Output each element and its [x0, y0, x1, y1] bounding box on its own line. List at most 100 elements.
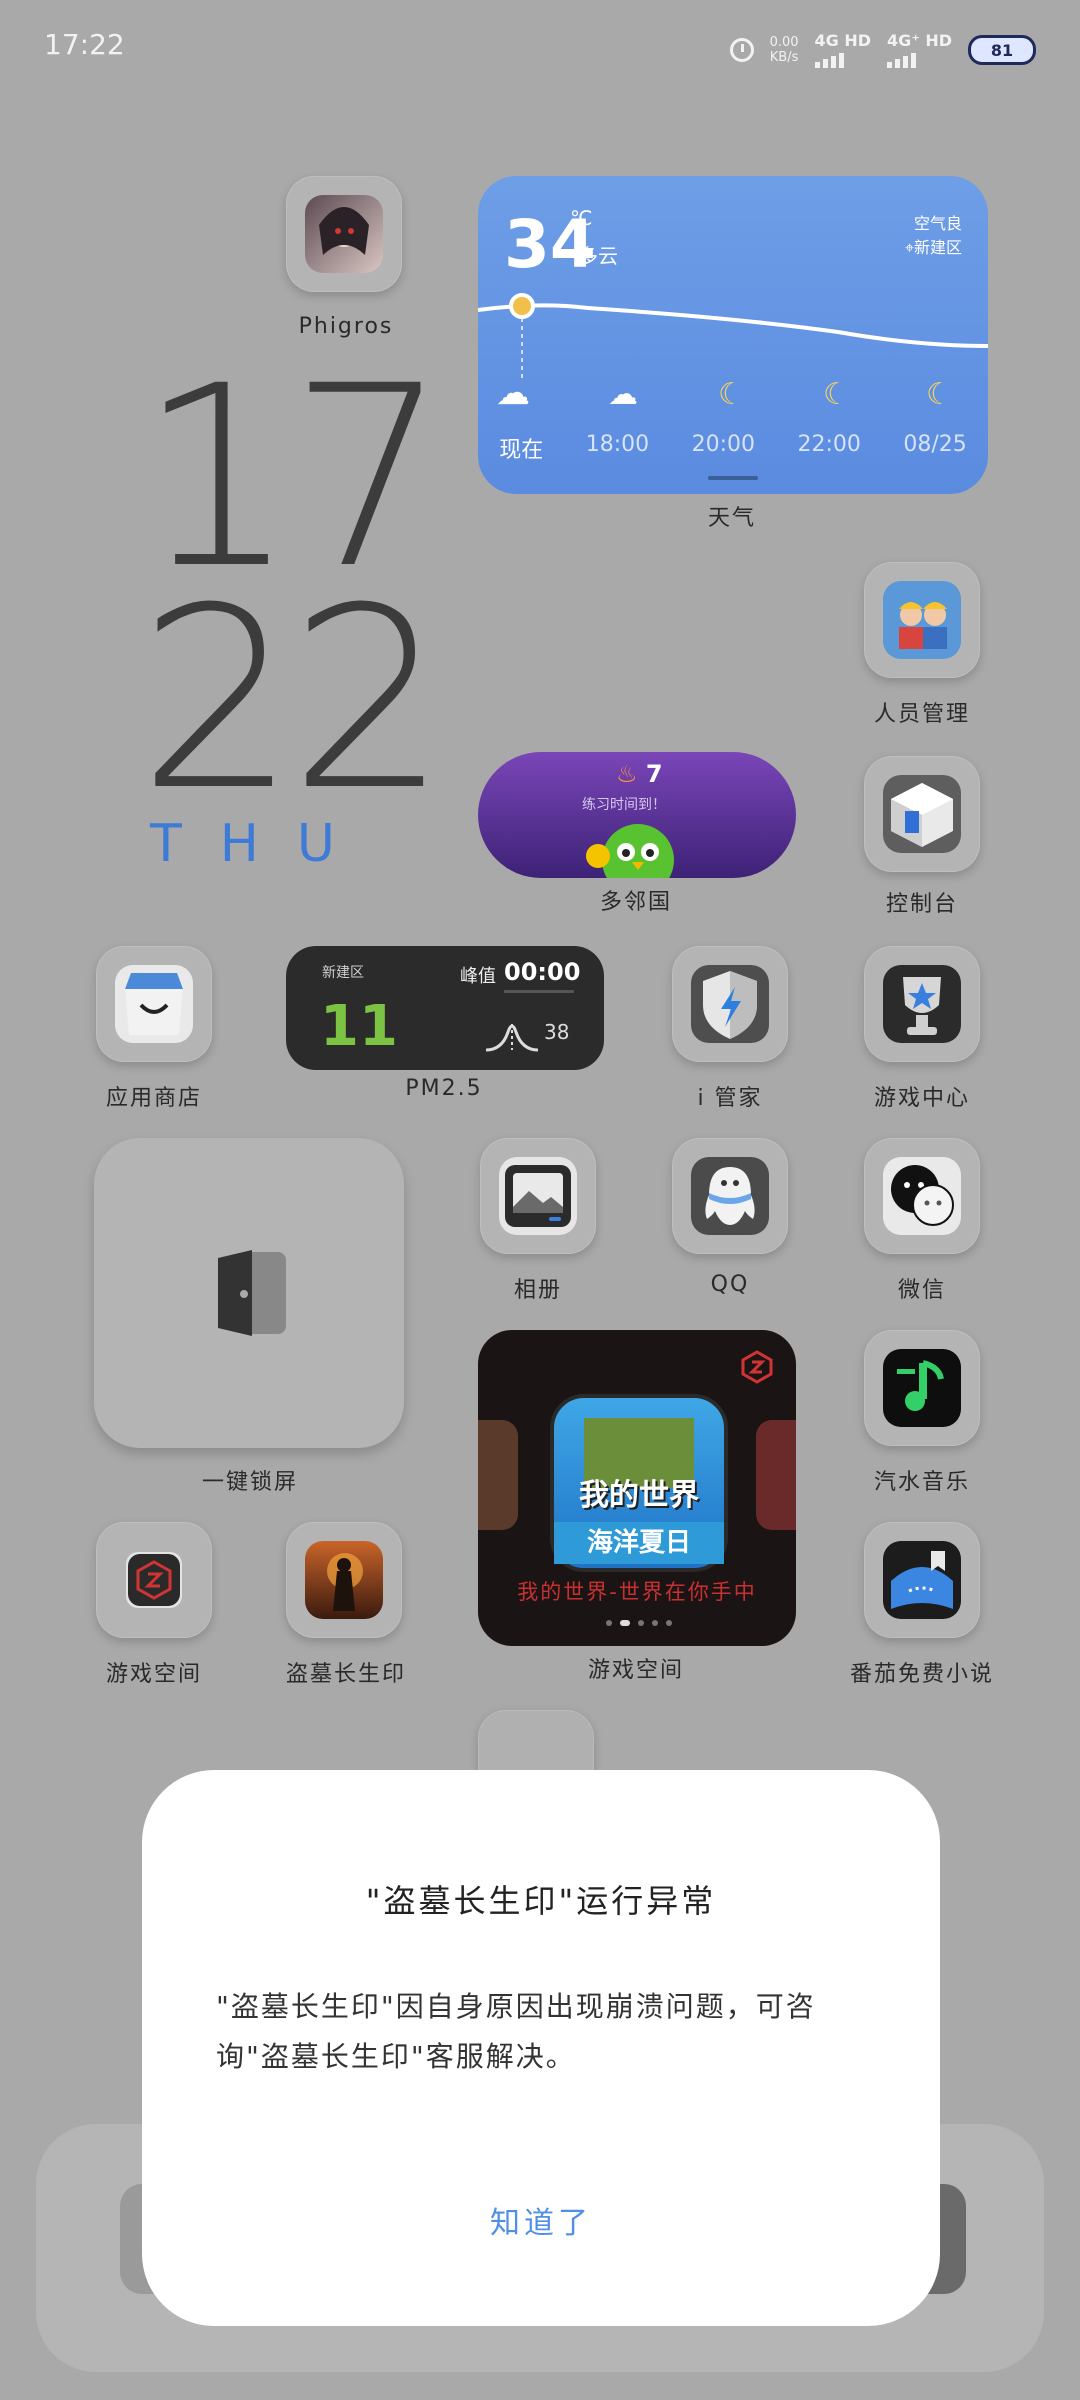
- app-iguanjia[interactable]: [672, 946, 788, 1062]
- trophy-icon: [883, 965, 961, 1043]
- alarm-icon: [729, 38, 754, 62]
- svg-text:☁: ☁: [496, 373, 530, 413]
- crash-dialog: "盗墓长生印"运行异常 "盗墓长生印"因自身原因出现崩溃问题，可咨询"盗墓长生印…: [142, 1770, 940, 2326]
- status-icons: 0.00 KB/s 4G HD 4G⁺ HD 81: [729, 30, 1036, 70]
- weather-air-quality: 空气良: [913, 214, 962, 233]
- duo-streak-count: 7: [645, 760, 663, 788]
- game-card-right: [756, 1420, 796, 1530]
- temperature-curve: ☁ ☁ ☾ ☾ ☾: [478, 293, 988, 413]
- carousel-dots: [606, 1620, 672, 1626]
- app-album-label: 相册: [513, 1278, 562, 1303]
- workers-icon: [883, 581, 961, 659]
- weather-time-0: 现在: [499, 438, 544, 463]
- app-staff[interactable]: [864, 562, 980, 678]
- app-appstore[interactable]: [96, 946, 212, 1062]
- gallery-icon: [499, 1157, 577, 1235]
- app-appstore-label: 应用商店: [105, 1086, 202, 1111]
- svg-text:☾: ☾: [823, 377, 850, 412]
- wechat-icon: [883, 1157, 961, 1235]
- app-onekeylock[interactable]: [94, 1138, 404, 1448]
- location-pin-icon: ⌖: [904, 238, 914, 257]
- app-gamecenter[interactable]: [864, 946, 980, 1062]
- cube-icon: [883, 775, 961, 853]
- weather-time-3: 22:00: [797, 432, 861, 457]
- pm-peak-label: 峰值: [460, 966, 496, 987]
- weather-time-1: 18:00: [585, 432, 650, 457]
- net-speed: 0.00 KB/s: [770, 35, 799, 65]
- app-gamecenter-label: 游戏中心: [873, 1086, 970, 1111]
- weather-label: 天气: [707, 506, 756, 531]
- pm25-widget[interactable]: 新建区 峰值 00:00 11 38: [286, 946, 604, 1070]
- page-indicator: [708, 476, 758, 480]
- app-fanqie-label: 番茄免费小说: [849, 1662, 994, 1687]
- app-album[interactable]: [480, 1138, 596, 1254]
- gamespace-widget-label: 游戏空间: [587, 1658, 684, 1683]
- pm-divider: [504, 990, 574, 993]
- game-art-subtitle: 海洋夏日: [554, 1522, 724, 1564]
- app-staff-label: 人员管理: [873, 702, 970, 727]
- app-wechat[interactable]: [864, 1138, 980, 1254]
- game-card-left: [478, 1420, 518, 1530]
- app-gamespace[interactable]: [96, 1522, 212, 1638]
- pm-peak-value: 38: [544, 1020, 570, 1044]
- app-qq-label: QQ: [710, 1272, 750, 1297]
- gamespace-widget[interactable]: 我的世界 海洋夏日 我的世界-世界在你手中: [478, 1330, 796, 1646]
- weather-location: 新建区: [913, 238, 962, 257]
- game-art-title: 我的世界: [579, 1478, 699, 1513]
- app-console-label: 控制台: [885, 892, 958, 917]
- app-fanqie[interactable]: [864, 1522, 980, 1638]
- weather-time-2: 20:00: [691, 432, 755, 457]
- flame-icon: ♨: [616, 760, 638, 788]
- daomu-icon: [305, 1541, 383, 1619]
- battery-indicator: 81: [968, 35, 1036, 65]
- gamespace-logo-icon: [741, 1350, 773, 1384]
- duolingo-label: 多邻国: [599, 890, 672, 915]
- dialog-title: "盗墓长生印"运行异常: [365, 1882, 717, 1920]
- shopping-bag-icon: [115, 965, 193, 1043]
- status-time: 17:22: [44, 28, 125, 61]
- duolingo-widget[interactable]: ♨ 7 练习时间到！: [478, 752, 796, 878]
- clock-minute: 22: [138, 554, 448, 845]
- pm-value: 11: [320, 994, 398, 1059]
- weather-time-4: 08/25: [903, 432, 967, 457]
- svg-text:☁: ☁: [608, 377, 638, 412]
- gamespace-icon: [126, 1552, 182, 1608]
- pm-location: 新建区: [322, 965, 364, 981]
- lock-screen-icon: [218, 1250, 286, 1336]
- duo-streak: ♨ 7: [616, 760, 663, 788]
- weather-unit: ℃: [570, 206, 593, 230]
- sim2-label: 4G⁺ HD: [887, 30, 952, 50]
- sim1-label: 4G HD: [814, 30, 872, 50]
- clock-weekday: THU: [150, 814, 373, 874]
- app-daomu[interactable]: [286, 1522, 402, 1638]
- duo-owl-icon: [586, 824, 674, 878]
- weather-widget[interactable]: 34 ℃ 多云 空气良 ⌖新建区 ☁ ☁ ☾ ☾ ☾ 现在 18:00 20:0…: [478, 176, 988, 494]
- dialog-message: "盗墓长生印"因自身原因出现崩溃问题，可咨询"盗墓长生印"客服解决。: [216, 1990, 816, 2073]
- app-phigros[interactable]: [286, 176, 402, 292]
- app-wechat-label: 微信: [897, 1278, 946, 1303]
- app-iguanjia-label: i 管家: [697, 1086, 763, 1111]
- minecraft-icon: 我的世界 海洋夏日: [550, 1394, 728, 1572]
- pm-peak-time: 00:00: [504, 958, 581, 986]
- qq-penguin-icon: [691, 1157, 769, 1235]
- dialog-ok-button[interactable]: 知道了: [142, 2198, 940, 2242]
- app-daomu-label: 盗墓长生印: [285, 1662, 406, 1687]
- net-speed-value: 0.00: [769, 35, 799, 50]
- weather-condition: 多云: [578, 244, 618, 268]
- music-note-icon: [883, 1349, 961, 1427]
- sim2-signal: 4G⁺ HD: [887, 30, 952, 68]
- app-gamespace-label: 游戏空间: [105, 1662, 202, 1687]
- app-console[interactable]: [864, 756, 980, 872]
- app-qishui[interactable]: [864, 1330, 980, 1446]
- pm25-label: PM2.5: [405, 1076, 483, 1101]
- app-qq[interactable]: [672, 1138, 788, 1254]
- phigros-icon: [305, 195, 383, 273]
- weather-times: 现在 18:00 20:00 22:00 08/25: [478, 432, 988, 464]
- book-icon: [883, 1541, 961, 1619]
- shield-icon: [691, 965, 769, 1043]
- net-speed-unit: KB/s: [769, 50, 799, 65]
- signal-bars-icon: [814, 52, 844, 68]
- sim1-signal: 4G HD: [814, 30, 872, 68]
- weather-air: 空气良 ⌖新建区: [905, 212, 962, 260]
- app-qishui-label: 汽水音乐: [873, 1470, 970, 1495]
